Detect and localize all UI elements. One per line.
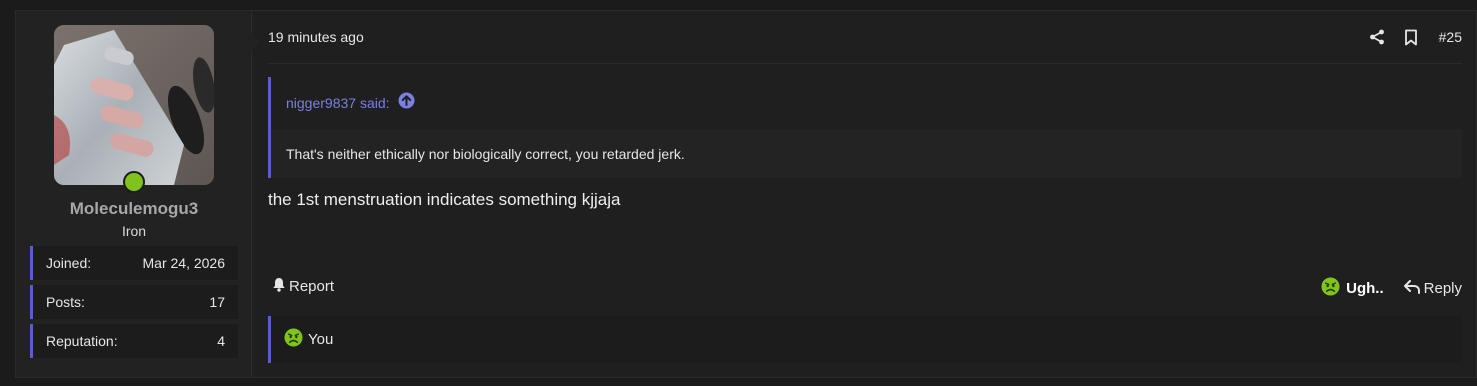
- username[interactable]: Moleculemogu3: [16, 199, 252, 219]
- stat-joined: Joined: Mar 24, 2026: [30, 246, 238, 280]
- quote-author[interactable]: nigger9837 said:: [286, 95, 390, 111]
- reaction-label: Ugh..: [1346, 280, 1384, 297]
- quote-block: nigger9837 said: That's neither ethicall…: [268, 77, 1462, 178]
- stat-label: Reputation:: [46, 333, 118, 349]
- report-button[interactable]: Report: [272, 277, 334, 296]
- user-info-panel: Moleculemogu3 Iron Joined: Mar 24, 2026 …: [16, 11, 260, 377]
- reaction-button[interactable]: Ugh..: [1321, 277, 1384, 300]
- arrow-up-circle-icon[interactable]: [398, 92, 415, 114]
- post-message: the 1st menstruation indicates something…: [268, 190, 621, 209]
- reply-button[interactable]: Reply: [1403, 279, 1462, 298]
- reactions-by[interactable]: You: [308, 331, 333, 348]
- stat-label: Joined:: [46, 255, 92, 271]
- reply-label: Reply: [1423, 280, 1462, 297]
- post-actions: Ugh.. Reply: [1321, 277, 1462, 300]
- stat-posts: Posts: 17: [30, 285, 238, 319]
- post-tools: #25: [1367, 26, 1462, 48]
- stat-reputation: Reputation: 4: [30, 324, 238, 358]
- share-icon[interactable]: [1367, 27, 1387, 47]
- post-number[interactable]: #25: [1439, 29, 1462, 45]
- avatar[interactable]: [54, 25, 214, 185]
- reply-arrow-icon: [1403, 279, 1420, 298]
- quote-header: nigger9837 said:: [271, 77, 1462, 129]
- post-timestamp[interactable]: 19 minutes ago: [268, 29, 364, 45]
- quote-text: That's neither ethically nor biologicall…: [271, 129, 1462, 178]
- header-divider: [268, 63, 1462, 64]
- stat-label: Posts:: [46, 294, 85, 310]
- reactions-bar[interactable]: You: [268, 316, 1462, 363]
- stat-value: 4: [217, 333, 225, 349]
- bookmark-icon[interactable]: [1401, 27, 1421, 47]
- stat-value: Mar 24, 2026: [142, 255, 226, 271]
- ugh-emoji-icon: [284, 328, 303, 351]
- report-label: Report: [289, 278, 335, 295]
- user-title: Iron: [121, 223, 147, 239]
- bell-icon: [272, 277, 286, 296]
- online-status-indicator: [123, 171, 145, 193]
- post-main: 19 minutes ago #25 nigger9837 said: That…: [252, 11, 1476, 377]
- post-container: Moleculemogu3 Iron Joined: Mar 24, 2026 …: [15, 10, 1477, 378]
- stat-value: 17: [209, 294, 225, 310]
- ugh-emoji-icon: [1321, 277, 1340, 300]
